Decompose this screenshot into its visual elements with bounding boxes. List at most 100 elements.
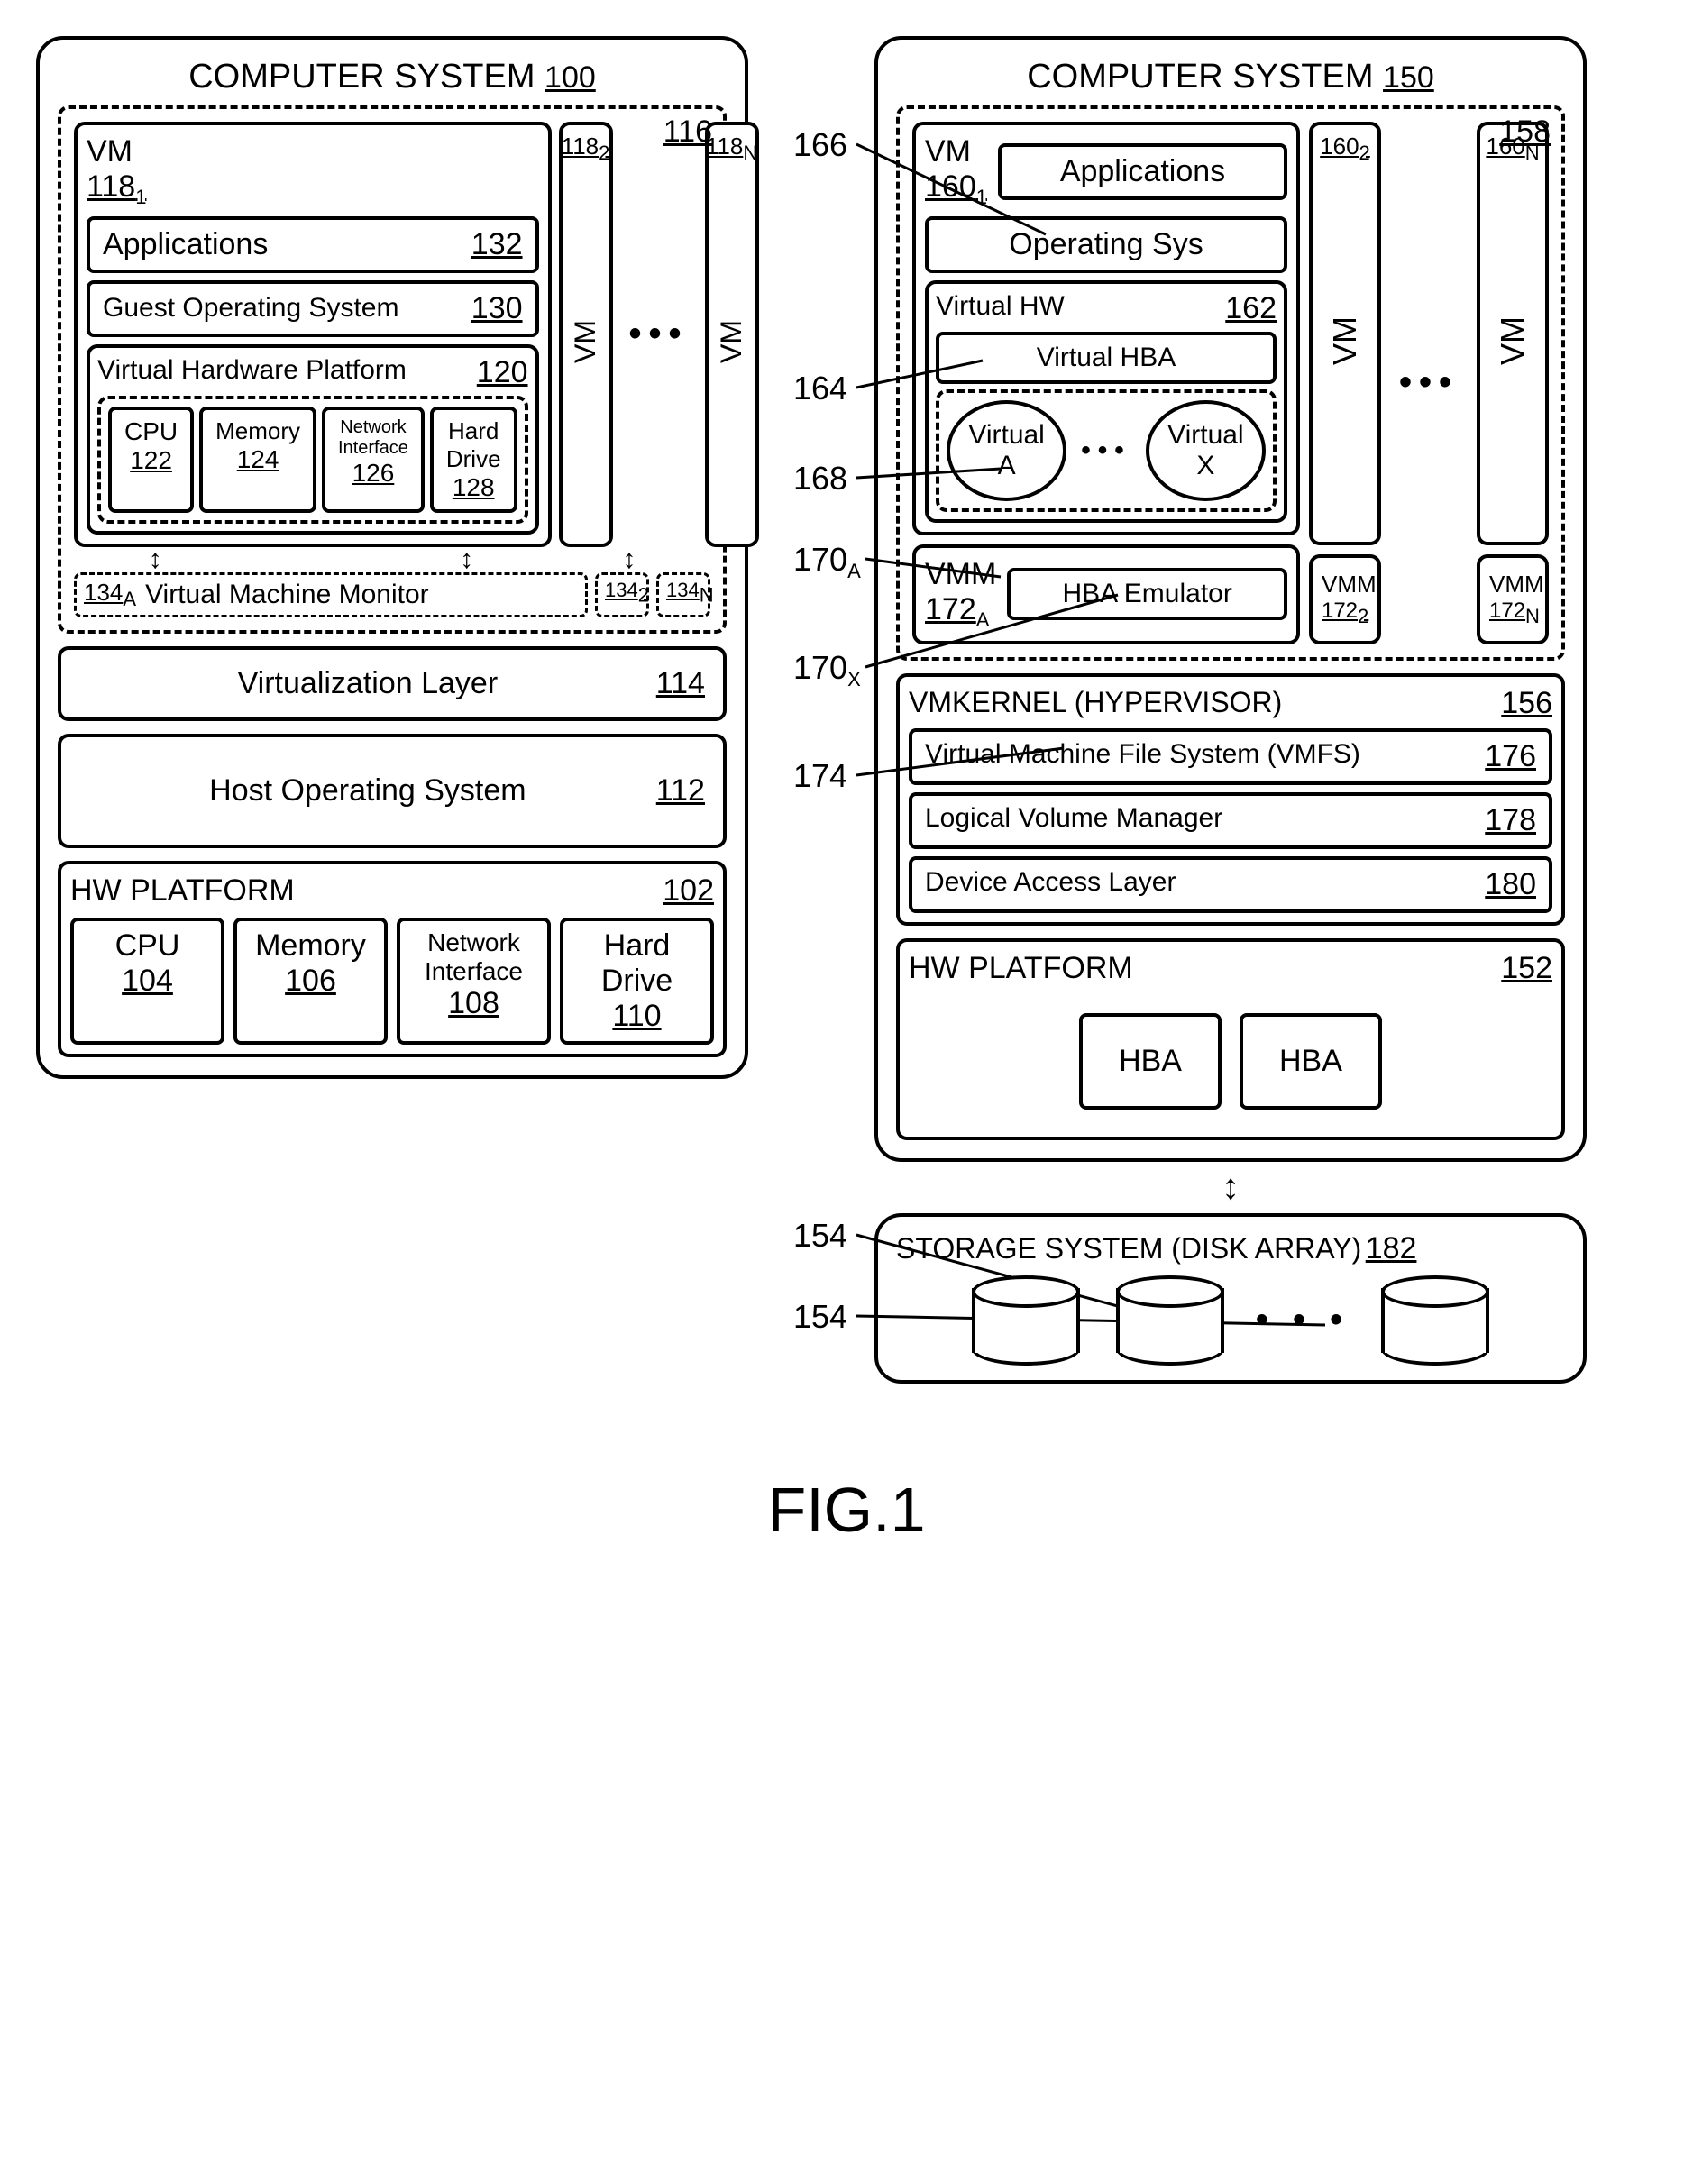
vmn-label: VM xyxy=(715,320,748,363)
vm-ref-160-1: 1601 xyxy=(925,169,987,204)
virt-layer-box: Virtualization Layer 114 xyxy=(58,646,727,721)
vhp-label: Virtual Hardware Platform xyxy=(97,355,407,390)
vmfs-box: Virtual Machine File System (VMFS) 176 xyxy=(909,728,1552,785)
r160s: 1 xyxy=(976,186,987,208)
r134ns: N xyxy=(700,583,714,606)
arrow-updown-icon: ↕ xyxy=(1222,1167,1240,1208)
applications-label-r: Applications xyxy=(1060,154,1225,188)
c170a-n: 170 xyxy=(793,541,847,578)
virtual-x-oval: Virtual X xyxy=(1146,400,1266,501)
hw-mem-ref: 106 xyxy=(250,964,371,999)
r118: 118 xyxy=(87,169,135,204)
r134a: 134 xyxy=(84,579,123,606)
hw-platform-152: HW PLATFORM 152 HBA HBA xyxy=(896,938,1565,1140)
lvm-label: Logical Volume Manager xyxy=(925,803,1222,838)
vmm-134-2: 1342 xyxy=(595,572,649,617)
r134-2s: 2 xyxy=(638,583,649,606)
vm2-label-r: VM xyxy=(1326,316,1364,365)
callout-154a: 154 xyxy=(793,1217,847,1255)
vmm2-ref-r: 1722 xyxy=(1322,599,1368,628)
hw-cpu-ref: 104 xyxy=(87,964,208,999)
disk-icon xyxy=(972,1275,1080,1366)
hw-platform-label: HW PLATFORM xyxy=(70,873,295,909)
hw-platform-ref-r: 152 xyxy=(1501,951,1552,986)
vhp-mem-ref: 124 xyxy=(215,445,300,474)
guest-os-label: Guest Operating System xyxy=(103,293,398,324)
vmm-label-r: VMM xyxy=(925,557,996,591)
applications-box-r: Applications xyxy=(998,143,1287,200)
r118s: 1 xyxy=(135,186,146,208)
c170a-s: A xyxy=(847,560,861,582)
r172a: 172 xyxy=(925,592,976,626)
vmm-ref-172a: 172A xyxy=(925,592,989,626)
disk-icon xyxy=(1116,1275,1224,1366)
vmm-label: Virtual Machine Monitor xyxy=(145,580,429,610)
host-os-ref: 112 xyxy=(656,773,705,809)
virtual-a-label: Virtual A xyxy=(968,420,1045,480)
lvm-ref: 178 xyxy=(1485,803,1536,838)
vhw-box: Virtual HW 162 Virtual HBA Virtual A •••… xyxy=(925,280,1287,523)
arrow-down-icon: ↕ xyxy=(622,544,636,575)
vhba-label: Virtual HBA xyxy=(1037,343,1176,372)
applications-ref: 132 xyxy=(471,227,523,262)
vhp-hd: Hard Drive 128 xyxy=(430,407,517,513)
vmmn-label-r: VMM xyxy=(1489,571,1536,599)
vmkernel-ref: 156 xyxy=(1501,686,1552,721)
vmmn-ref: 134N xyxy=(666,579,714,601)
hw-platform-box: HW PLATFORM 102 CPU 104 Memory 106 Netwo… xyxy=(58,861,727,1057)
callout-154b: 154 xyxy=(793,1298,847,1336)
hw-net-ref: 108 xyxy=(413,986,535,1021)
virt-layer-label: Virtualization Layer xyxy=(238,666,499,701)
hba-emulator-box: HBA Emulator xyxy=(1007,568,1287,620)
hw-hd-ref: 110 xyxy=(576,999,698,1034)
exec158-ref: 158 xyxy=(1499,114,1551,150)
vm-label: VM xyxy=(87,134,133,169)
hba-1: HBA xyxy=(1079,1013,1222,1110)
r134as: A xyxy=(123,588,136,610)
guest-os-ref: 130 xyxy=(471,291,523,326)
vmkernel-label: VMKERNEL (HYPERVISOR) xyxy=(909,686,1282,721)
vm-160-n: 160N VM xyxy=(1477,122,1549,545)
right-system-col: COMPUTER SYSTEM 150 158 VM 16 xyxy=(874,36,1587,1384)
vhp-hd-ref: 128 xyxy=(446,473,501,502)
vhp-net: Network Interface 126 xyxy=(322,407,425,513)
storage-system-box: STORAGE SYSTEM (DISK ARRAY) 182 • • • xyxy=(874,1213,1587,1384)
cs100-title: COMPUTER SYSTEM 100 xyxy=(58,58,727,96)
vhp-ref: 120 xyxy=(477,355,528,390)
callout-174: 174 xyxy=(793,757,847,795)
vmm-172-2: VMM 1722 xyxy=(1309,554,1381,644)
r172as: A xyxy=(976,608,990,631)
virtual-a-oval: Virtual A xyxy=(947,400,1066,501)
vm-118-n: 118N VM xyxy=(705,122,759,547)
hw-mem-label: Memory xyxy=(250,928,371,964)
vm2-label: VM xyxy=(569,320,602,363)
arrow-down-icon: ↕ xyxy=(460,544,473,575)
host-os-box: Host Operating System 112 xyxy=(58,734,727,848)
r172ns: N xyxy=(1525,604,1540,626)
vhp-box: Virtual Hardware Platform 120 CPU 122 xyxy=(87,344,539,535)
disk-icon xyxy=(1381,1275,1489,1366)
callout-170a: 170A xyxy=(793,541,861,583)
applications-label: Applications xyxy=(103,227,268,262)
vm2-ref-r: 1602 xyxy=(1320,133,1370,165)
vhp-hd-label: Hard Drive xyxy=(446,417,501,473)
r172n: 172 xyxy=(1489,599,1525,623)
vmfs-ref: 176 xyxy=(1485,739,1536,774)
vmn-ref: 118N xyxy=(706,133,757,165)
hw-net: Network Interface 108 xyxy=(397,918,551,1045)
storage-ref: 182 xyxy=(1366,1231,1417,1266)
vmn-label-r: VM xyxy=(1494,316,1532,365)
hw-cpu: CPU 104 xyxy=(70,918,224,1045)
vm-label-r: VM xyxy=(925,134,971,169)
callout-170x: 170X xyxy=(793,649,861,691)
os-label-r: Operating Sys xyxy=(1009,227,1203,261)
os-box-r: Operating Sys xyxy=(925,216,1287,273)
ellipsis-icon: • • • xyxy=(1247,1300,1359,1340)
r172-2s: 2 xyxy=(1358,604,1368,626)
left-system-col: COMPUTER SYSTEM 100 116 VM 1181 xyxy=(36,36,748,1079)
vm-118-2: 1182 VM xyxy=(559,122,613,547)
vhba-box: Virtual HBA xyxy=(936,332,1277,384)
vmfs-label: Virtual Machine File System (VMFS) xyxy=(925,739,1360,774)
ellipsis-icon: ••• xyxy=(620,122,698,547)
exec-space-158: 158 VM 1601 Applications xyxy=(896,105,1565,661)
